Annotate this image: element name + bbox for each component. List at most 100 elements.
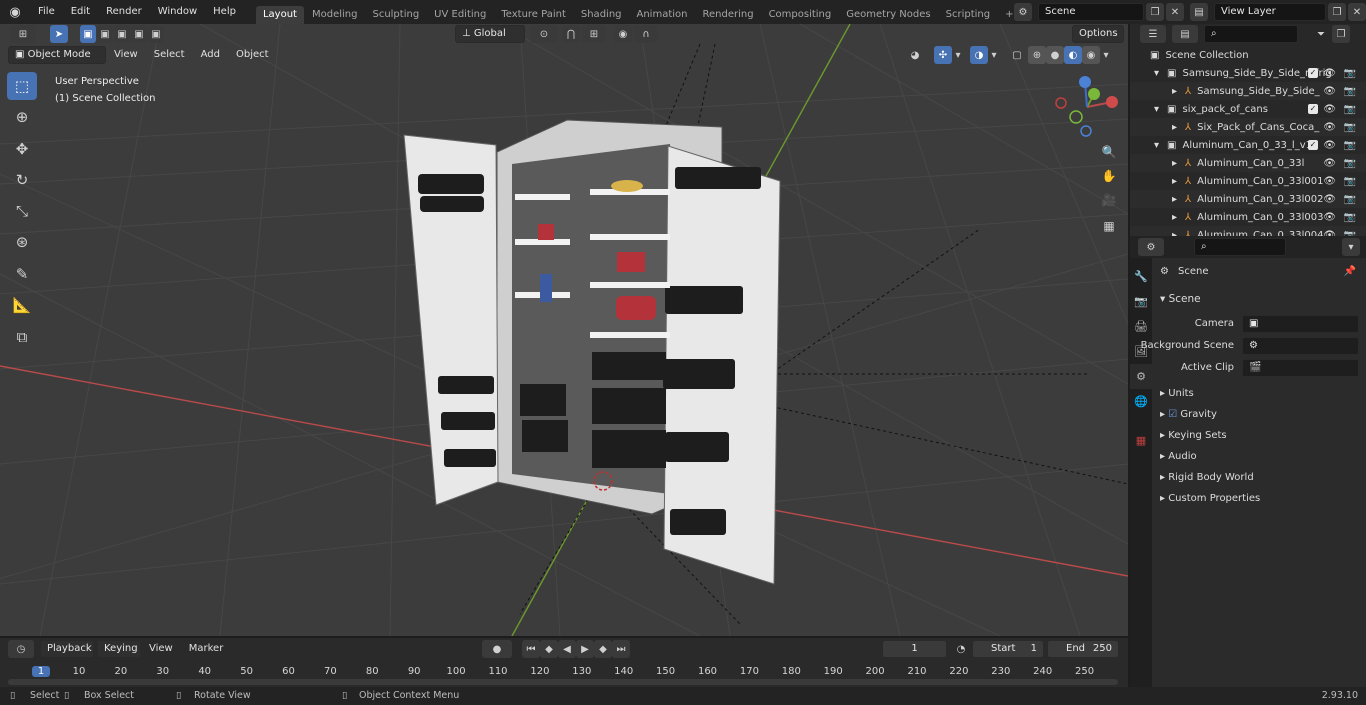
collapse-icon[interactable]: ▾: [1154, 140, 1159, 151]
tab-geometry-nodes[interactable]: Geometry Nodes: [839, 6, 937, 24]
expand-icon[interactable]: ▸: [1172, 194, 1177, 205]
snap-icon[interactable]: ⋂: [562, 25, 580, 43]
tab-rendering[interactable]: Rendering: [695, 6, 760, 24]
ortho-toggle-icon[interactable]: ▦: [1098, 215, 1120, 237]
next-keyframe-icon[interactable]: ◆: [594, 640, 612, 658]
tab-shading[interactable]: Shading: [574, 6, 629, 24]
add-cube-tool-icon[interactable]: ⧉: [7, 323, 37, 351]
select-subtract-icon[interactable]: ▣: [114, 25, 130, 43]
render-camera-icon[interactable]: 📷: [1344, 140, 1356, 151]
section-audio[interactable]: ▸ Audio: [1160, 451, 1360, 462]
scale-tool-icon[interactable]: ⤡: [7, 197, 37, 225]
prev-keyframe-icon[interactable]: ◆: [540, 640, 558, 658]
preview-range-icon[interactable]: ◔: [952, 640, 970, 658]
record-icon[interactable]: ●: [482, 640, 512, 658]
annotate-tool-icon[interactable]: ✎: [7, 260, 37, 288]
jump-start-icon[interactable]: ⏮: [522, 640, 540, 658]
overlay-dropdown-icon[interactable]: ▾: [988, 46, 1000, 64]
section-keying-sets[interactable]: ▸ Keying Sets: [1160, 430, 1360, 441]
new-scene-icon[interactable]: ❐: [1146, 3, 1164, 21]
exclude-checkbox[interactable]: ✓: [1308, 104, 1318, 114]
menu-file[interactable]: File: [30, 0, 63, 24]
render-camera-icon[interactable]: 📷: [1344, 212, 1356, 223]
menu-window[interactable]: Window: [150, 0, 205, 24]
select-new-icon[interactable]: ▣: [80, 25, 96, 43]
play-reverse-icon[interactable]: ◀: [558, 640, 576, 658]
material-shading-icon[interactable]: ◐: [1064, 46, 1082, 64]
outliner-item[interactable]: ▸ ⅄ Samsung_Side_By_Side_ 👁 📷: [1130, 82, 1366, 100]
move-tool-icon[interactable]: ✥: [7, 135, 37, 163]
delete-view-layer-icon[interactable]: ✕: [1348, 3, 1366, 21]
menu-render[interactable]: Render: [98, 0, 150, 24]
render-tab-icon[interactable]: 📷: [1130, 289, 1152, 314]
collapse-icon[interactable]: ▾: [1154, 104, 1159, 115]
section-units[interactable]: ▸ Units: [1160, 388, 1360, 399]
section-custom-properties[interactable]: ▸ Custom Properties: [1160, 493, 1360, 504]
timeline-view-menu[interactable]: View: [141, 638, 181, 660]
scene-browse-icon[interactable]: ⚙: [1014, 3, 1032, 21]
expand-icon[interactable]: ▸: [1172, 176, 1177, 187]
tab-modeling[interactable]: Modeling: [305, 6, 365, 24]
texture-tab-icon[interactable]: ▦: [1130, 428, 1152, 453]
outliner-item[interactable]: ▸ ⅄ Six_Pack_of_Cans_Coca_ 👁 📷: [1130, 118, 1366, 136]
pan-view-icon[interactable]: ✋: [1098, 165, 1120, 187]
tab-scripting[interactable]: Scripting: [939, 6, 997, 24]
properties-editor-type-icon[interactable]: ⚙: [1138, 238, 1164, 256]
menu-add[interactable]: Add: [193, 44, 228, 66]
camera-view-icon[interactable]: 🎥: [1098, 189, 1120, 211]
render-camera-icon[interactable]: 📷: [1344, 176, 1356, 187]
new-view-layer-icon[interactable]: ❐: [1328, 3, 1346, 21]
outliner-item[interactable]: ▸ ⅄ Aluminum_Can_0_33l003 👁 📷: [1130, 208, 1366, 226]
timeline-scrollbar[interactable]: [8, 679, 1118, 685]
render-camera-icon[interactable]: 📷: [1344, 68, 1356, 79]
playhead[interactable]: 1: [32, 666, 50, 677]
properties-search-input[interactable]: ⌕: [1194, 238, 1286, 256]
outliner-root[interactable]: ▣ Scene Collection: [1130, 46, 1366, 64]
filter-icon[interactable]: ⏷: [1312, 25, 1330, 43]
3d-viewport[interactable]: [0, 24, 1128, 636]
eye-icon[interactable]: 👁: [1323, 194, 1336, 205]
play-icon[interactable]: ▶: [576, 640, 594, 658]
gizmo-y-icon[interactable]: [1088, 88, 1100, 100]
eye-icon[interactable]: 👁: [1323, 176, 1336, 187]
select-tool-icon[interactable]: ➤: [50, 25, 68, 43]
tab-compositing[interactable]: Compositing: [762, 6, 839, 24]
snap-target-icon[interactable]: ⊞: [582, 25, 606, 43]
active-clip-field[interactable]: 🎬: [1242, 359, 1359, 377]
measure-tool-icon[interactable]: 📐: [7, 291, 37, 319]
start-frame-field[interactable]: Start 1: [972, 640, 1044, 658]
outliner-item[interactable]: ▾ ▣ Samsung_Side_By_Side_refrig ✓ 👁 📷: [1130, 64, 1366, 82]
eye-icon[interactable]: 👁: [1323, 104, 1336, 115]
mode-dropdown[interactable]: ▣ Object Mode: [8, 46, 106, 64]
eye-icon[interactable]: 👁: [1323, 68, 1336, 79]
pin-icon[interactable]: 📌: [1344, 266, 1356, 277]
eye-icon[interactable]: 👁: [1323, 140, 1336, 151]
scene-panel-header[interactable]: ▾ Scene: [1160, 293, 1201, 305]
blender-logo-icon[interactable]: ◉: [0, 5, 30, 20]
tab-texture-paint[interactable]: Texture Paint: [494, 6, 573, 24]
section-rigid-body-world[interactable]: ▸ Rigid Body World: [1160, 472, 1360, 483]
select-box-tool-icon[interactable]: ⬚: [7, 72, 37, 100]
section-gravity[interactable]: ▸ ☑ Gravity: [1160, 409, 1360, 420]
cursor-tool-icon[interactable]: ⊕: [7, 103, 37, 131]
wireframe-shading-icon[interactable]: ⊕: [1028, 46, 1046, 64]
expand-icon[interactable]: ▸: [1172, 212, 1177, 223]
outliner-item[interactable]: ▸ ⅄ Aluminum_Can_0_33l001 👁 📷: [1130, 172, 1366, 190]
tab-sculpting[interactable]: Sculpting: [365, 6, 426, 24]
playback-menu[interactable]: Playback: [40, 640, 94, 658]
falloff-icon[interactable]: ∩: [634, 25, 658, 43]
delete-scene-icon[interactable]: ✕: [1166, 3, 1184, 21]
tab-animation[interactable]: Animation: [630, 6, 695, 24]
transform-orientation-dropdown[interactable]: ⊥ Global: [455, 25, 525, 43]
gizmo-x-icon[interactable]: [1106, 96, 1118, 108]
transform-tool-icon[interactable]: ⊛: [7, 228, 37, 256]
outliner-item[interactable]: ▸ ⅄ Aluminum_Can_0_33l 👁 📷: [1130, 154, 1366, 172]
end-frame-field[interactable]: End 250: [1047, 640, 1119, 658]
render-camera-icon[interactable]: 📷: [1344, 158, 1356, 169]
expand-icon[interactable]: ▸: [1172, 122, 1177, 133]
rendered-shading-icon[interactable]: ◉: [1082, 46, 1100, 64]
timeline-editor-type-icon[interactable]: ◷: [8, 640, 34, 658]
rotate-tool-icon[interactable]: ↻: [7, 166, 37, 194]
gizmo-dropdown-icon[interactable]: ▾: [952, 46, 964, 64]
outliner-item[interactable]: ▸ ⅄ Aluminum_Can_0_33l002 👁 📷: [1130, 190, 1366, 208]
